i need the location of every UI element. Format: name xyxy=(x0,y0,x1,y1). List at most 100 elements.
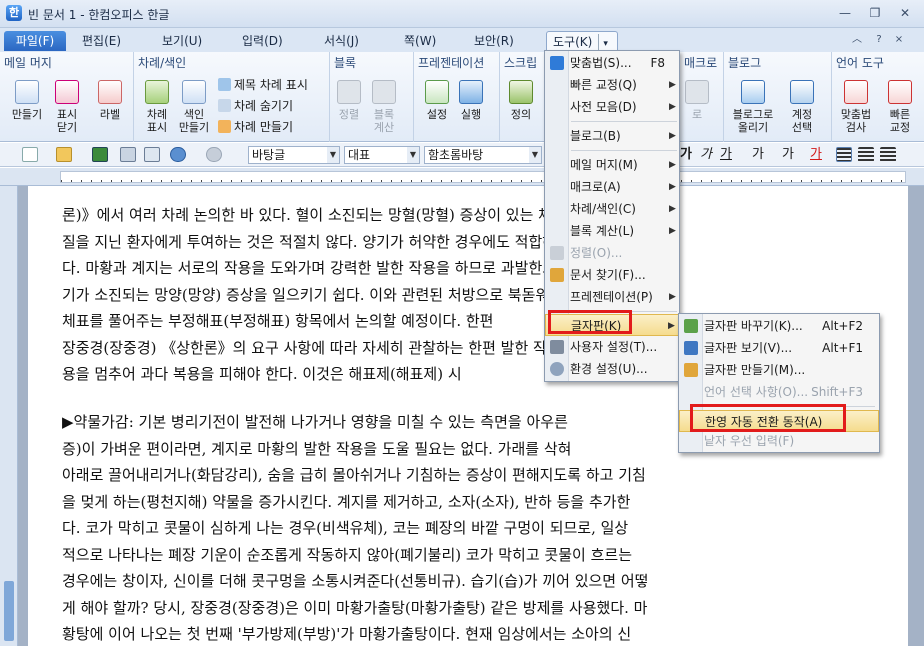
button-label: 올리기 xyxy=(737,121,769,134)
blog-upload-button[interactable]: 블로그로 올리기 xyxy=(728,80,778,134)
bold-button[interactable]: 가 xyxy=(680,146,692,164)
mail-merge-show-close-button[interactable]: 표시 닫기 xyxy=(50,80,84,134)
tab-edit[interactable]: 편집(E) xyxy=(76,31,127,51)
group-title: 블로그 xyxy=(728,56,762,70)
index-make-button[interactable]: 색인 만들기 xyxy=(176,80,212,134)
align-justify-icon[interactable] xyxy=(836,147,852,162)
menu-item-switch-keyboard[interactable]: 글자판 바꾸기(K)... Alt+F2 xyxy=(679,315,879,337)
mail-merge-make-button[interactable]: 만들기 xyxy=(8,80,46,121)
menu-item-find-document[interactable]: 문서 찾기(F)... xyxy=(545,264,679,286)
blog-account-button[interactable]: 계정 선택 xyxy=(782,80,822,134)
title-toc-show-button[interactable]: 제목 차례 표시 xyxy=(218,76,308,94)
group-title: 메일 머지 xyxy=(4,56,52,70)
spell-check-button[interactable]: 맞춤법 검사 xyxy=(836,80,876,134)
menu-label: 정렬(O)... xyxy=(570,246,623,260)
menu-item-block-calc[interactable]: 블록 계산(L) ▶ xyxy=(545,220,679,242)
menu-item-spellcheck[interactable]: 맞춤법(S)... F8 xyxy=(545,52,679,74)
group-language: 언어 도구 맞춤법 검사 빠른 교정 xyxy=(832,52,924,142)
presentation-run-button[interactable]: 실행 xyxy=(456,80,486,121)
menu-item-macro[interactable]: 매크로(A) ▶ xyxy=(545,176,679,198)
vertical-ruler-margin[interactable] xyxy=(4,581,14,641)
sort-button[interactable]: 정렬 xyxy=(334,80,364,121)
menu-item-presentation[interactable]: 프레젠테이션(P) ▶ xyxy=(545,286,679,308)
user-settings-icon xyxy=(550,340,564,354)
macro-stop-button[interactable]: 로 xyxy=(682,80,712,121)
hwp-app-icon[interactable]: 한 xyxy=(6,5,22,21)
italic-button[interactable]: 가 xyxy=(700,146,712,164)
toc-make-button[interactable]: 차례 만들기 xyxy=(218,118,293,136)
button-label: 빠른 xyxy=(889,108,911,121)
tab-tools[interactable]: 도구(K) ▾ xyxy=(546,31,618,54)
help-icon[interactable]: ? xyxy=(870,33,888,47)
format-toolbar: 바탕글 ▼ 대표 ▼ 함초롬바탕 ▼ 가 가 가 가 가 가 xyxy=(0,143,924,167)
menu-label: 사용자 설정(T)... xyxy=(570,340,658,354)
script-define-button[interactable]: 정의 xyxy=(506,80,536,121)
tab-format[interactable]: 서식(J) xyxy=(318,31,365,51)
vertical-ruler[interactable] xyxy=(0,186,18,646)
superscript-button[interactable]: 가 xyxy=(782,146,794,164)
menu-item-preferences[interactable]: 환경 설정(U)... xyxy=(545,358,679,380)
block-calc-button[interactable]: 블록 계산 xyxy=(366,80,402,134)
style-select[interactable]: 바탕글 ▼ xyxy=(248,146,340,164)
quick-correct-button[interactable]: 빠른 교정 xyxy=(880,80,920,134)
presentation-settings-button[interactable]: 설정 xyxy=(422,80,452,121)
tab-input[interactable]: 입력(D) xyxy=(236,31,289,51)
align-left-icon[interactable] xyxy=(858,147,874,162)
window-title: 빈 문서 1 - 한컴오피스 한글 xyxy=(28,8,170,22)
button-label: 표시 xyxy=(56,108,78,121)
collapse-ribbon-icon[interactable]: ︿ xyxy=(848,33,866,47)
menu-item-keyboard[interactable]: 글자판(K) ▶ xyxy=(545,314,679,336)
toc-hide-button[interactable]: 차례 숨기기 xyxy=(218,97,293,115)
new-document-icon[interactable] xyxy=(22,147,38,162)
underline-button[interactable]: 가 xyxy=(720,146,732,164)
font-value: 함초롬바탕 xyxy=(428,148,484,162)
save-icon[interactable] xyxy=(92,147,108,162)
group-block: 블록 정렬 블록 계산 xyxy=(330,52,414,142)
menu-label: 언어 선택 사항(O)... xyxy=(704,385,809,399)
menu-item-dictionary[interactable]: 사전 모음(D) ▶ xyxy=(545,96,679,118)
menu-shortcut: Alt+F2 xyxy=(822,319,863,333)
script-icon xyxy=(509,80,533,104)
language-select[interactable]: 대표 ▼ xyxy=(344,146,420,164)
keyboard-submenu: 글자판 바꾸기(K)... Alt+F2 글자판 보기(V)... Alt+F1… xyxy=(678,313,880,453)
toc-show-button[interactable]: 차례 표시 xyxy=(140,80,174,134)
menu-label: 블로그(B) xyxy=(570,129,621,143)
menu-label: 차례/색인(C) xyxy=(570,202,636,216)
minimize-button[interactable]: — xyxy=(834,5,856,21)
restore-button[interactable]: ❐ xyxy=(864,5,886,21)
style-value: 바탕글 xyxy=(252,148,286,162)
redo-icon[interactable] xyxy=(206,147,222,162)
menu-item-view-keyboard[interactable]: 글자판 보기(V)... Alt+F1 xyxy=(679,337,879,359)
menu-shortcut: Alt+F1 xyxy=(822,341,863,355)
menu-item-quick-correct[interactable]: 빠른 교정(Q) ▶ xyxy=(545,74,679,96)
tab-page[interactable]: 쪽(W) xyxy=(398,31,442,51)
menu-label: 사전 모음(D) xyxy=(570,100,637,114)
group-title: 차례/색인 xyxy=(138,56,187,70)
strikethrough-button[interactable]: 가 xyxy=(752,146,764,164)
menu-item-mail-merge[interactable]: 메일 머지(M) ▶ xyxy=(545,154,679,176)
menu-item-toc-index[interactable]: 차례/색인(C) ▶ xyxy=(545,198,679,220)
group-blog: 블로그 블로그로 올리기 계정 선택 xyxy=(724,52,832,142)
close-doc-icon[interactable]: × xyxy=(890,33,908,47)
menu-label: 낱자 우선 입력(F) xyxy=(704,434,795,448)
tab-security[interactable]: 보안(R) xyxy=(468,31,520,51)
menu-item-auto-hanyeong-switch[interactable]: 한영 자동 전환 동작(A) xyxy=(679,410,879,432)
label-button[interactable]: 라벨 xyxy=(92,80,128,121)
print-icon[interactable] xyxy=(120,147,136,162)
button-label: 정렬 xyxy=(338,108,360,121)
tab-view[interactable]: 보기(U) xyxy=(156,31,208,51)
print-preview-icon[interactable] xyxy=(144,147,160,162)
font-color-button[interactable]: 가 xyxy=(810,146,822,164)
align-right-icon[interactable] xyxy=(880,147,896,162)
font-select[interactable]: 함초롬바탕 ▼ xyxy=(424,146,542,164)
menu-item-make-keyboard[interactable]: 글자판 만들기(M)... xyxy=(679,359,879,381)
menu-item-blog[interactable]: 블로그(B) ▶ xyxy=(545,125,679,147)
tab-file[interactable]: 파일(F) xyxy=(4,31,66,51)
open-folder-icon[interactable] xyxy=(56,147,72,162)
close-button[interactable]: ✕ xyxy=(894,5,916,21)
text-line: ▶약물가감: 기본 병리기전이 발전해 나가거나 영향을 미칠 수 있는 측면을… xyxy=(62,413,568,431)
undo-icon[interactable] xyxy=(170,147,186,162)
menu-item-user-settings[interactable]: 사용자 설정(T)... xyxy=(545,336,679,358)
menu-label: 문서 찾기(F)... xyxy=(570,268,646,282)
horizontal-ruler[interactable] xyxy=(0,168,924,186)
